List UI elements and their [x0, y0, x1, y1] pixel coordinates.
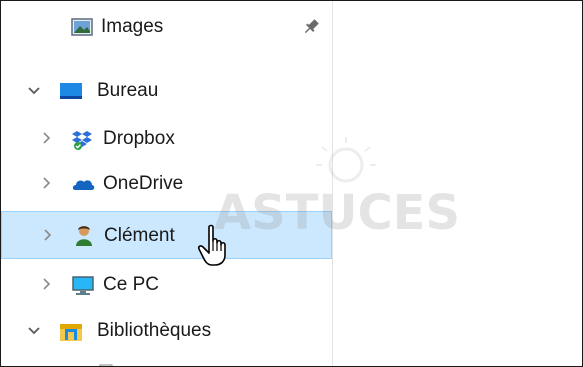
user-folder-icon: [74, 225, 96, 246]
chevron-right-icon[interactable]: [37, 276, 55, 294]
navigation-pane: Images Bureau Dropbox OneDrive Clément C…: [1, 1, 333, 366]
chevron-down-icon[interactable]: [25, 82, 43, 100]
nav-item-bibliotheques[interactable]: Bibliothèques: [1, 311, 332, 351]
nav-item-label: Bureau: [97, 80, 159, 101]
onedrive-icon: [71, 174, 95, 194]
chevron-right-icon[interactable]: [37, 130, 55, 148]
nav-item-label: Dropbox: [103, 128, 175, 149]
libraries-icon: [59, 321, 82, 341]
nav-item-label: Images: [101, 16, 164, 37]
nav-item-ce-pc[interactable]: Ce PC: [1, 265, 332, 305]
nav-item-clement[interactable]: Clément: [1, 211, 332, 259]
nav-item-label: OneDrive: [103, 173, 184, 194]
nav-item-label: Ce PC: [103, 274, 159, 295]
this-pc-icon: [71, 275, 94, 295]
nav-item-dropbox[interactable]: Dropbox: [1, 119, 332, 159]
nav-item-label: Bibliothèques: [97, 320, 212, 341]
pin-icon[interactable]: [301, 17, 321, 37]
nav-item-bureau[interactable]: Bureau: [1, 71, 332, 111]
nav-item-onedrive[interactable]: OneDrive: [1, 164, 332, 204]
nav-item-images[interactable]: Images: [1, 7, 332, 47]
dropbox-icon: [71, 129, 93, 150]
content-pane[interactable]: [333, 1, 582, 366]
desktop-folder-icon: [59, 81, 82, 101]
explorer-window: Images Bureau Dropbox OneDrive Clément C…: [0, 0, 583, 367]
hand-cursor-icon: [197, 223, 233, 267]
chevron-right-icon[interactable]: [37, 175, 55, 193]
images-icon: [71, 17, 93, 37]
chevron-down-icon[interactable]: [25, 322, 43, 340]
nav-item-label: Clément: [104, 225, 175, 246]
document-icon: [99, 361, 113, 366]
chevron-right-icon[interactable]: [38, 227, 56, 245]
